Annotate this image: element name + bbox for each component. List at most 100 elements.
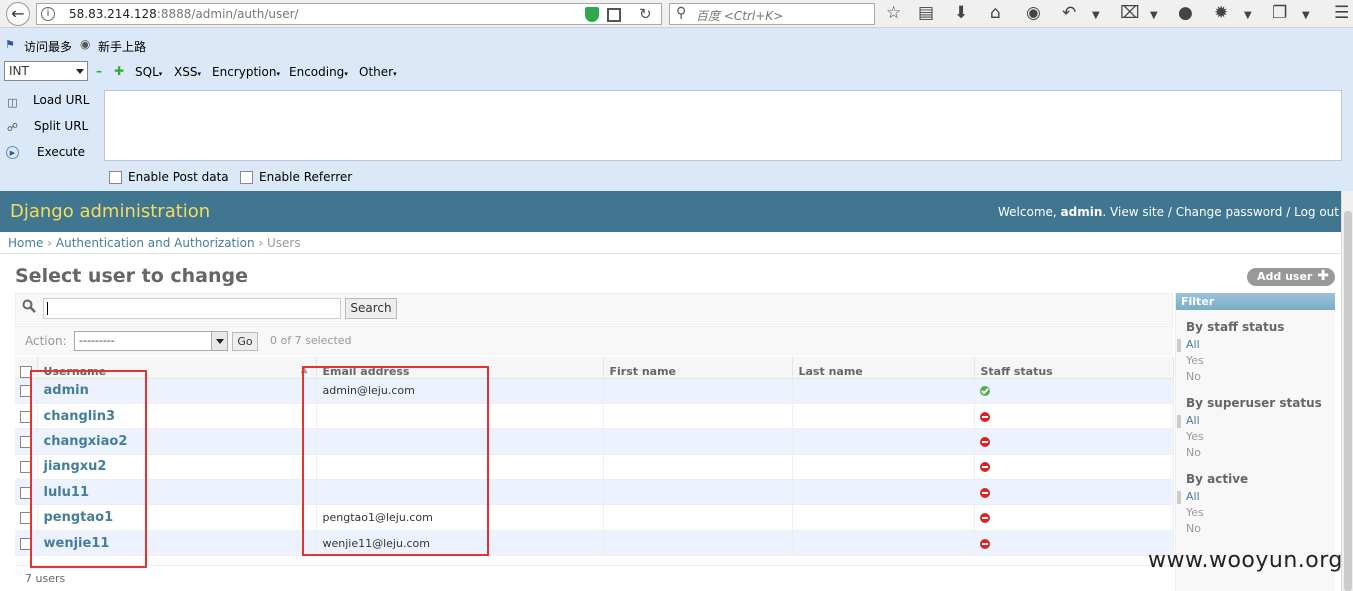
menu-xss[interactable]: XSS▾	[174, 65, 201, 79]
dropdown-button[interactable]	[211, 332, 227, 350]
welcome-text: Welcome,	[998, 205, 1061, 219]
view-site-link[interactable]: View site	[1110, 205, 1164, 219]
first-name-cell	[603, 454, 793, 481]
window-icon[interactable]: ❐	[1272, 3, 1287, 23]
info-icon[interactable]: i	[41, 7, 55, 21]
back-arrow-icon[interactable]: ←	[6, 2, 30, 26]
bug-icon[interactable]: ✹	[1214, 3, 1228, 23]
last-name-cell	[792, 378, 975, 404]
filter-option-all[interactable]: All	[1176, 490, 1336, 506]
reading-list-icon[interactable]: ▤	[918, 3, 934, 23]
result-list: Username ▲ Email address First name Last …	[15, 357, 1174, 557]
menu-encoding-label: Encoding	[289, 65, 345, 79]
globe-icon[interactable]: ◉	[1026, 3, 1041, 23]
chevron-down-icon[interactable]: ▼	[1302, 6, 1310, 26]
no-entry-icon	[979, 411, 990, 422]
chevron-down-icon[interactable]: ▼	[1092, 6, 1100, 26]
first-name-cell	[603, 428, 793, 455]
reload-icon[interactable]: ↻	[639, 5, 652, 23]
action-select[interactable]: ---------	[74, 331, 228, 351]
filter-option-no[interactable]: No	[1176, 446, 1336, 462]
column-header-label: Staff status	[980, 364, 1053, 378]
go-button[interactable]: Go	[232, 332, 258, 351]
log-out-link[interactable]: Log out	[1294, 205, 1339, 219]
menu-encryption[interactable]: Encryption▾	[212, 65, 280, 79]
browser-toolbar: ← i 58.83.214.128:8888/admin/auth/user/ …	[0, 0, 1353, 28]
address-bar[interactable]: i 58.83.214.128:8888/admin/auth/user/ ↻	[36, 3, 662, 25]
url-textarea[interactable]	[104, 90, 1342, 161]
home-icon[interactable]: ⌂	[990, 3, 1001, 23]
breadcrumb-app[interactable]: Authentication and Authorization	[56, 236, 255, 250]
minus-icon[interactable]: –	[96, 64, 102, 78]
first-name-cell	[603, 378, 793, 404]
change-password-link[interactable]: Change password	[1176, 205, 1283, 219]
type-select[interactable]: INT	[4, 61, 88, 81]
filter-option-no[interactable]: No	[1176, 370, 1336, 386]
table-row: pengtao1 pengtao1@leju.com	[15, 504, 1174, 531]
plus-icon[interactable]: ✚	[114, 64, 124, 78]
crop-icon[interactable]: ⌧	[1120, 3, 1140, 23]
breadcrumb-home[interactable]: Home	[8, 236, 43, 250]
filter-option-yes[interactable]: Yes	[1176, 430, 1336, 446]
play-icon: ▶	[6, 146, 19, 159]
action-label: Action:	[25, 334, 67, 348]
chevron-down-icon[interactable]: ▼	[1244, 6, 1252, 26]
menu-encoding[interactable]: Encoding▾	[289, 65, 348, 79]
staff-status-cell	[974, 479, 1174, 506]
staff-status-cell	[974, 378, 1174, 404]
chat-icon[interactable]: ●	[1178, 3, 1193, 23]
user-tools: Welcome, admin. View site / Change passw…	[998, 205, 1339, 219]
site-title[interactable]: Django administration	[10, 201, 210, 222]
load-url-icon: ◫	[7, 96, 18, 109]
table-header-row: Username ▲ Email address First name Last …	[15, 357, 1174, 379]
split-url-button[interactable]: Split URL	[34, 119, 88, 133]
search-button[interactable]: Search	[345, 298, 397, 319]
column-header-label: First name	[609, 364, 677, 378]
browser-search-box[interactable]: ⚲ 百度 <Ctrl+K>	[669, 3, 875, 25]
scrollbar-thumb[interactable]	[1344, 211, 1352, 591]
menu-icon[interactable]: ☰	[1334, 3, 1349, 23]
chevron-down-icon[interactable]: ▼	[1150, 6, 1158, 26]
bookmark-icon: ⚑	[5, 38, 15, 51]
filter-option-all[interactable]: All	[1176, 414, 1336, 430]
bookmark-getting-started[interactable]: 新手上路	[98, 38, 146, 55]
column-staff-status[interactable]: Staff status	[974, 357, 1174, 379]
split-url-icon: ☍	[6, 121, 19, 134]
current-username: admin	[1060, 205, 1103, 219]
enable-post-checkbox[interactable]	[109, 171, 122, 184]
search-placeholder: 百度 <Ctrl+K>	[696, 9, 784, 23]
filter-option-no[interactable]: No	[1176, 522, 1336, 538]
last-name-cell	[792, 403, 975, 430]
download-icon[interactable]: ⬇	[954, 3, 968, 23]
execute-button[interactable]: Execute	[37, 145, 85, 159]
url-path: :8888/admin/auth/user/	[156, 7, 299, 21]
undo-icon[interactable]: ↶	[1062, 3, 1076, 23]
filter-section-title: By superuser status	[1186, 396, 1322, 410]
filter-option-yes[interactable]: Yes	[1176, 354, 1336, 370]
staff-status-cell	[974, 428, 1174, 455]
search-toolbar: Search	[15, 293, 1173, 325]
filter-option-yes[interactable]: Yes	[1176, 506, 1336, 522]
breadcrumb-separator: ›	[43, 236, 56, 250]
table-row: jiangxu2	[15, 454, 1174, 481]
search-input[interactable]	[43, 298, 341, 319]
star-icon[interactable]: ☆	[886, 3, 901, 23]
qr-code-icon[interactable]	[607, 8, 621, 22]
column-last-name[interactable]: Last name	[792, 357, 975, 379]
globe-icon: ◉	[80, 37, 91, 51]
search-icon	[22, 299, 36, 313]
annotation-box-usernames	[30, 370, 147, 568]
chevron-down-icon	[216, 339, 224, 344]
add-user-button[interactable]: Add user ✚	[1247, 268, 1335, 286]
separator: /	[1282, 205, 1295, 219]
column-first-name[interactable]: First name	[603, 357, 793, 379]
load-url-button[interactable]: Load URL	[33, 93, 89, 107]
chevron-down-icon	[76, 69, 84, 74]
enable-referrer-checkbox[interactable]	[240, 171, 253, 184]
menu-sql[interactable]: SQL▾	[135, 65, 162, 79]
bookmark-most-visited[interactable]: 访问最多	[24, 38, 72, 55]
filter-option-all[interactable]: All	[1176, 338, 1336, 354]
menu-other[interactable]: Other▾	[359, 65, 397, 79]
page-scrollbar[interactable]	[1341, 191, 1353, 591]
shield-icon[interactable]	[585, 7, 599, 22]
